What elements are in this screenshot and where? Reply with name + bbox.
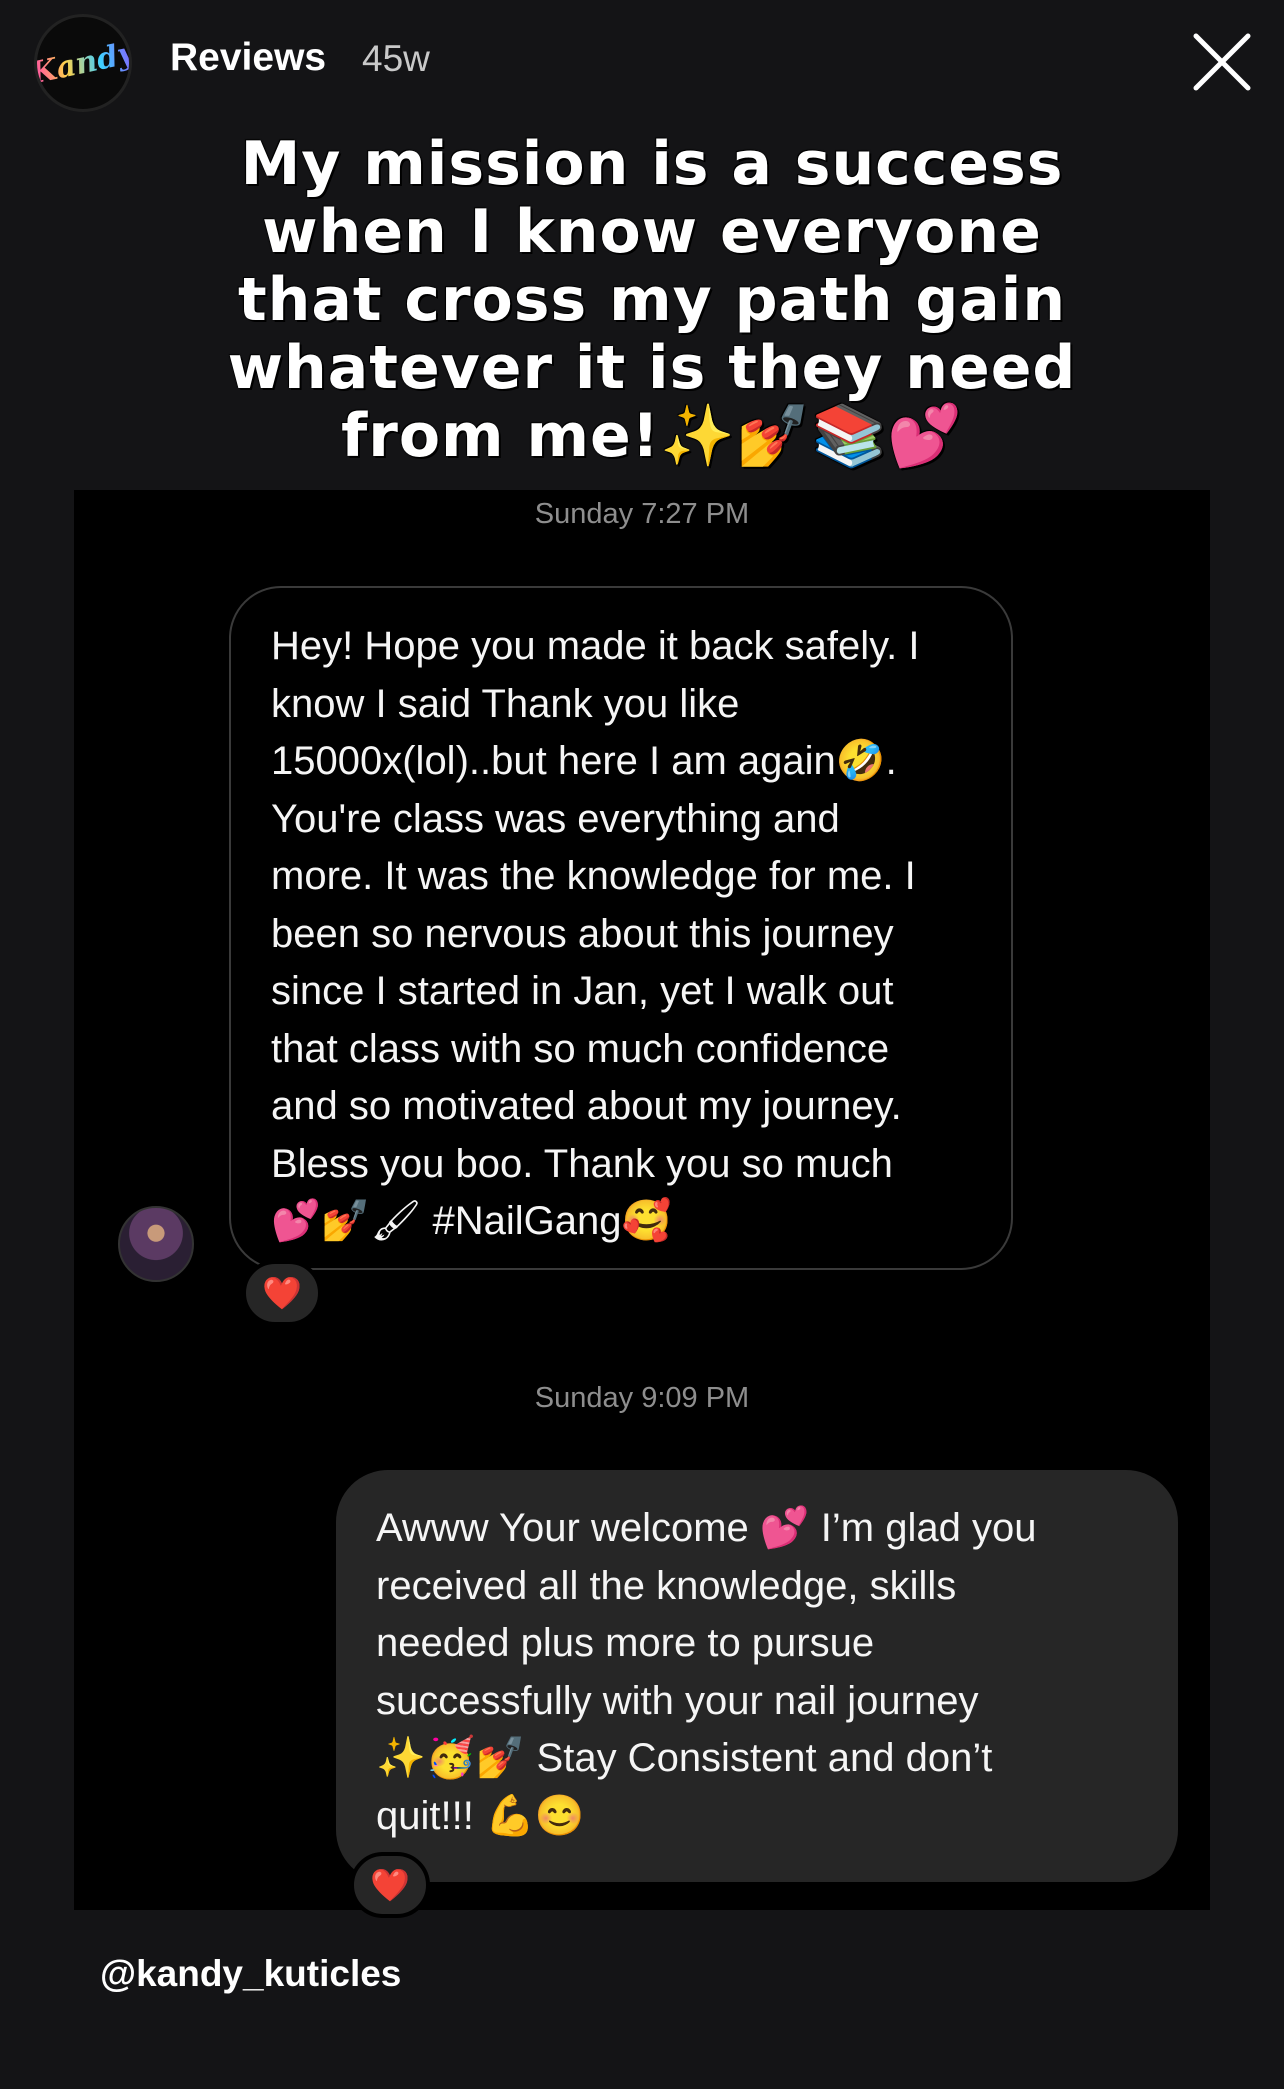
sender-avatar[interactable] [118, 1206, 194, 1282]
outgoing-message-bubble: Awww Your welcome 💕 I’m glad you receive… [336, 1470, 1178, 1882]
avatar-logo-text: Kandy [37, 35, 129, 91]
close-icon[interactable] [1188, 28, 1256, 96]
message-line: successfully with your nail journey [376, 1678, 979, 1723]
message-line: been so nervous about this journey [271, 911, 894, 956]
message-line: received all the knowledge, skills [376, 1563, 957, 1608]
message-line: and so motivated about my journey. [271, 1084, 902, 1128]
heart-icon: ❤️ [262, 1275, 302, 1311]
message-line: know I said Thank you like [271, 681, 740, 726]
incoming-message-bubble: Hey! Hope you made it back safely. I kno… [229, 586, 1013, 1270]
message-line: ✨🥳💅 Stay Consistent and don’t [376, 1736, 993, 1780]
story-age: 45w [362, 38, 430, 79]
caption-line: My mission is a success [240, 129, 1064, 199]
story-caption: My mission is a success when I know ever… [160, 130, 1144, 470]
timestamp: Sunday 9:09 PM [534, 1382, 750, 1414]
heart-reaction-icon[interactable]: ❤️ [350, 1852, 430, 1918]
heart-reaction-icon[interactable]: ❤️ [242, 1260, 322, 1326]
caption-line: that cross my path gain [237, 265, 1067, 335]
message-line: since I started in Jan, yet I walk out [271, 969, 894, 1013]
message-line: needed plus more to pursue [376, 1621, 875, 1665]
message-line: Bless you boo. Thank you so much [271, 1141, 893, 1186]
message-line: quit!!! 💪😊 [376, 1793, 585, 1838]
profile-avatar[interactable]: Kandy [34, 14, 132, 112]
story-title[interactable]: Reviews [170, 36, 326, 80]
story-header: Kandy Reviews 45w [0, 0, 1284, 120]
message-line: Hey! Hope you made it back safely. I [271, 624, 920, 668]
message-line: Awww Your welcome 💕 I’m glad you [376, 1506, 1037, 1550]
message-line: 15000x(lol)..but here I am again🤣. [271, 739, 897, 783]
timestamp: Sunday 7:27 PM [534, 498, 750, 530]
message-line: more. It was the knowledge for me. I [271, 854, 916, 898]
dm-screenshot: Sunday 7:27 PM Hey! Hope you made it bac… [74, 490, 1210, 1918]
mention-handle[interactable]: @kandy_kuticles [100, 1953, 401, 1995]
heart-icon: ❤️ [370, 1867, 410, 1903]
caption-line: whatever it is they need [227, 333, 1077, 403]
caption-line: from me!✨💅📚💕 [341, 401, 963, 471]
message-line: 💕💅🖌 #NailGang🥰 [271, 1199, 672, 1243]
message-line: You're class was everything and [271, 796, 840, 841]
caption-line: when I know everyone [262, 197, 1042, 267]
message-line: that class with so much confidence [271, 1026, 890, 1071]
